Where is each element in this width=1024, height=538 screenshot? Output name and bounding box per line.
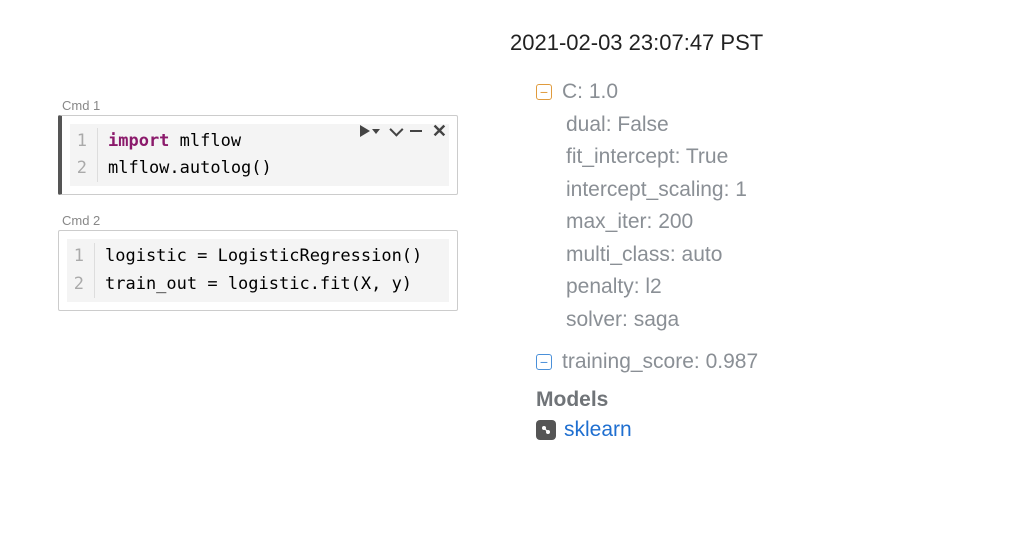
metric-text: training_score: 0.987 (562, 350, 758, 374)
line-number: 1 (70, 128, 98, 155)
parameters-block: − C: 1.0 dual: False fit_intercept: True… (510, 76, 980, 336)
collapse-toggle-icon[interactable]: − (536, 354, 552, 370)
model-icon (536, 420, 556, 440)
cell-2-wrapper: Cmd 2 1 logistic = LogisticRegression() … (58, 213, 458, 310)
code-editor[interactable]: 1 logistic = LogisticRegression() 2 trai… (67, 239, 449, 301)
code-text: import mlflow (98, 128, 241, 155)
code-line: 2 train_out = logistic.fit(X, y) (67, 271, 449, 298)
cell-label: Cmd 1 (58, 98, 458, 113)
param-row: multi_class: auto (510, 239, 980, 272)
chevron-down-icon (389, 123, 403, 137)
line-number: 2 (67, 271, 95, 298)
code-cell[interactable]: ✕ 1 import mlflow 2 mlflow.autolog() (58, 115, 458, 195)
param-row: penalty: l2 (510, 271, 980, 304)
model-row: sklearn (510, 418, 980, 442)
minimize-cell-button[interactable] (410, 130, 422, 133)
line-number: 1 (67, 243, 95, 270)
param-row: max_iter: 200 (510, 206, 980, 239)
cell-label: Cmd 2 (58, 213, 458, 228)
models-heading: Models (510, 388, 980, 412)
code-cell[interactable]: 1 logistic = LogisticRegression() 2 trai… (58, 230, 458, 310)
run-timestamp: 2021-02-03 23:07:47 PST (510, 30, 980, 56)
collapse-toggle-icon[interactable]: − (536, 84, 552, 100)
code-line: 1 logistic = LogisticRegression() (67, 243, 449, 270)
code-line: 2 mlflow.autolog() (70, 155, 449, 182)
param-row: solver: saga (510, 304, 980, 337)
minus-icon (410, 130, 422, 133)
code-text: mlflow.autolog() (98, 155, 272, 182)
param-row: − C: 1.0 (510, 76, 980, 109)
caret-down-icon (372, 129, 380, 134)
notebook-cells: Cmd 1 ✕ 1 import mlflow 2 mlflow.autolog… (58, 98, 458, 329)
run-cell-button[interactable] (360, 125, 380, 137)
delete-cell-button[interactable]: ✕ (432, 122, 447, 140)
line-number: 2 (70, 155, 98, 182)
cell-toolbar: ✕ (360, 122, 447, 140)
param-row: dual: False (510, 109, 980, 142)
metric-row: − training_score: 0.987 (510, 350, 980, 374)
param-text: C: 1.0 (562, 76, 618, 109)
param-row: fit_intercept: True (510, 141, 980, 174)
model-link[interactable]: sklearn (564, 418, 632, 442)
code-text: logistic = LogisticRegression() (95, 243, 422, 270)
play-icon (360, 125, 370, 137)
cell-1-wrapper: Cmd 1 ✕ 1 import mlflow 2 mlflow.autolog… (58, 98, 458, 195)
param-row: intercept_scaling: 1 (510, 174, 980, 207)
run-details-panel: 2021-02-03 23:07:47 PST − C: 1.0 dual: F… (510, 30, 980, 442)
code-text: train_out = logistic.fit(X, y) (95, 271, 412, 298)
expand-cell-button[interactable] (390, 126, 400, 136)
